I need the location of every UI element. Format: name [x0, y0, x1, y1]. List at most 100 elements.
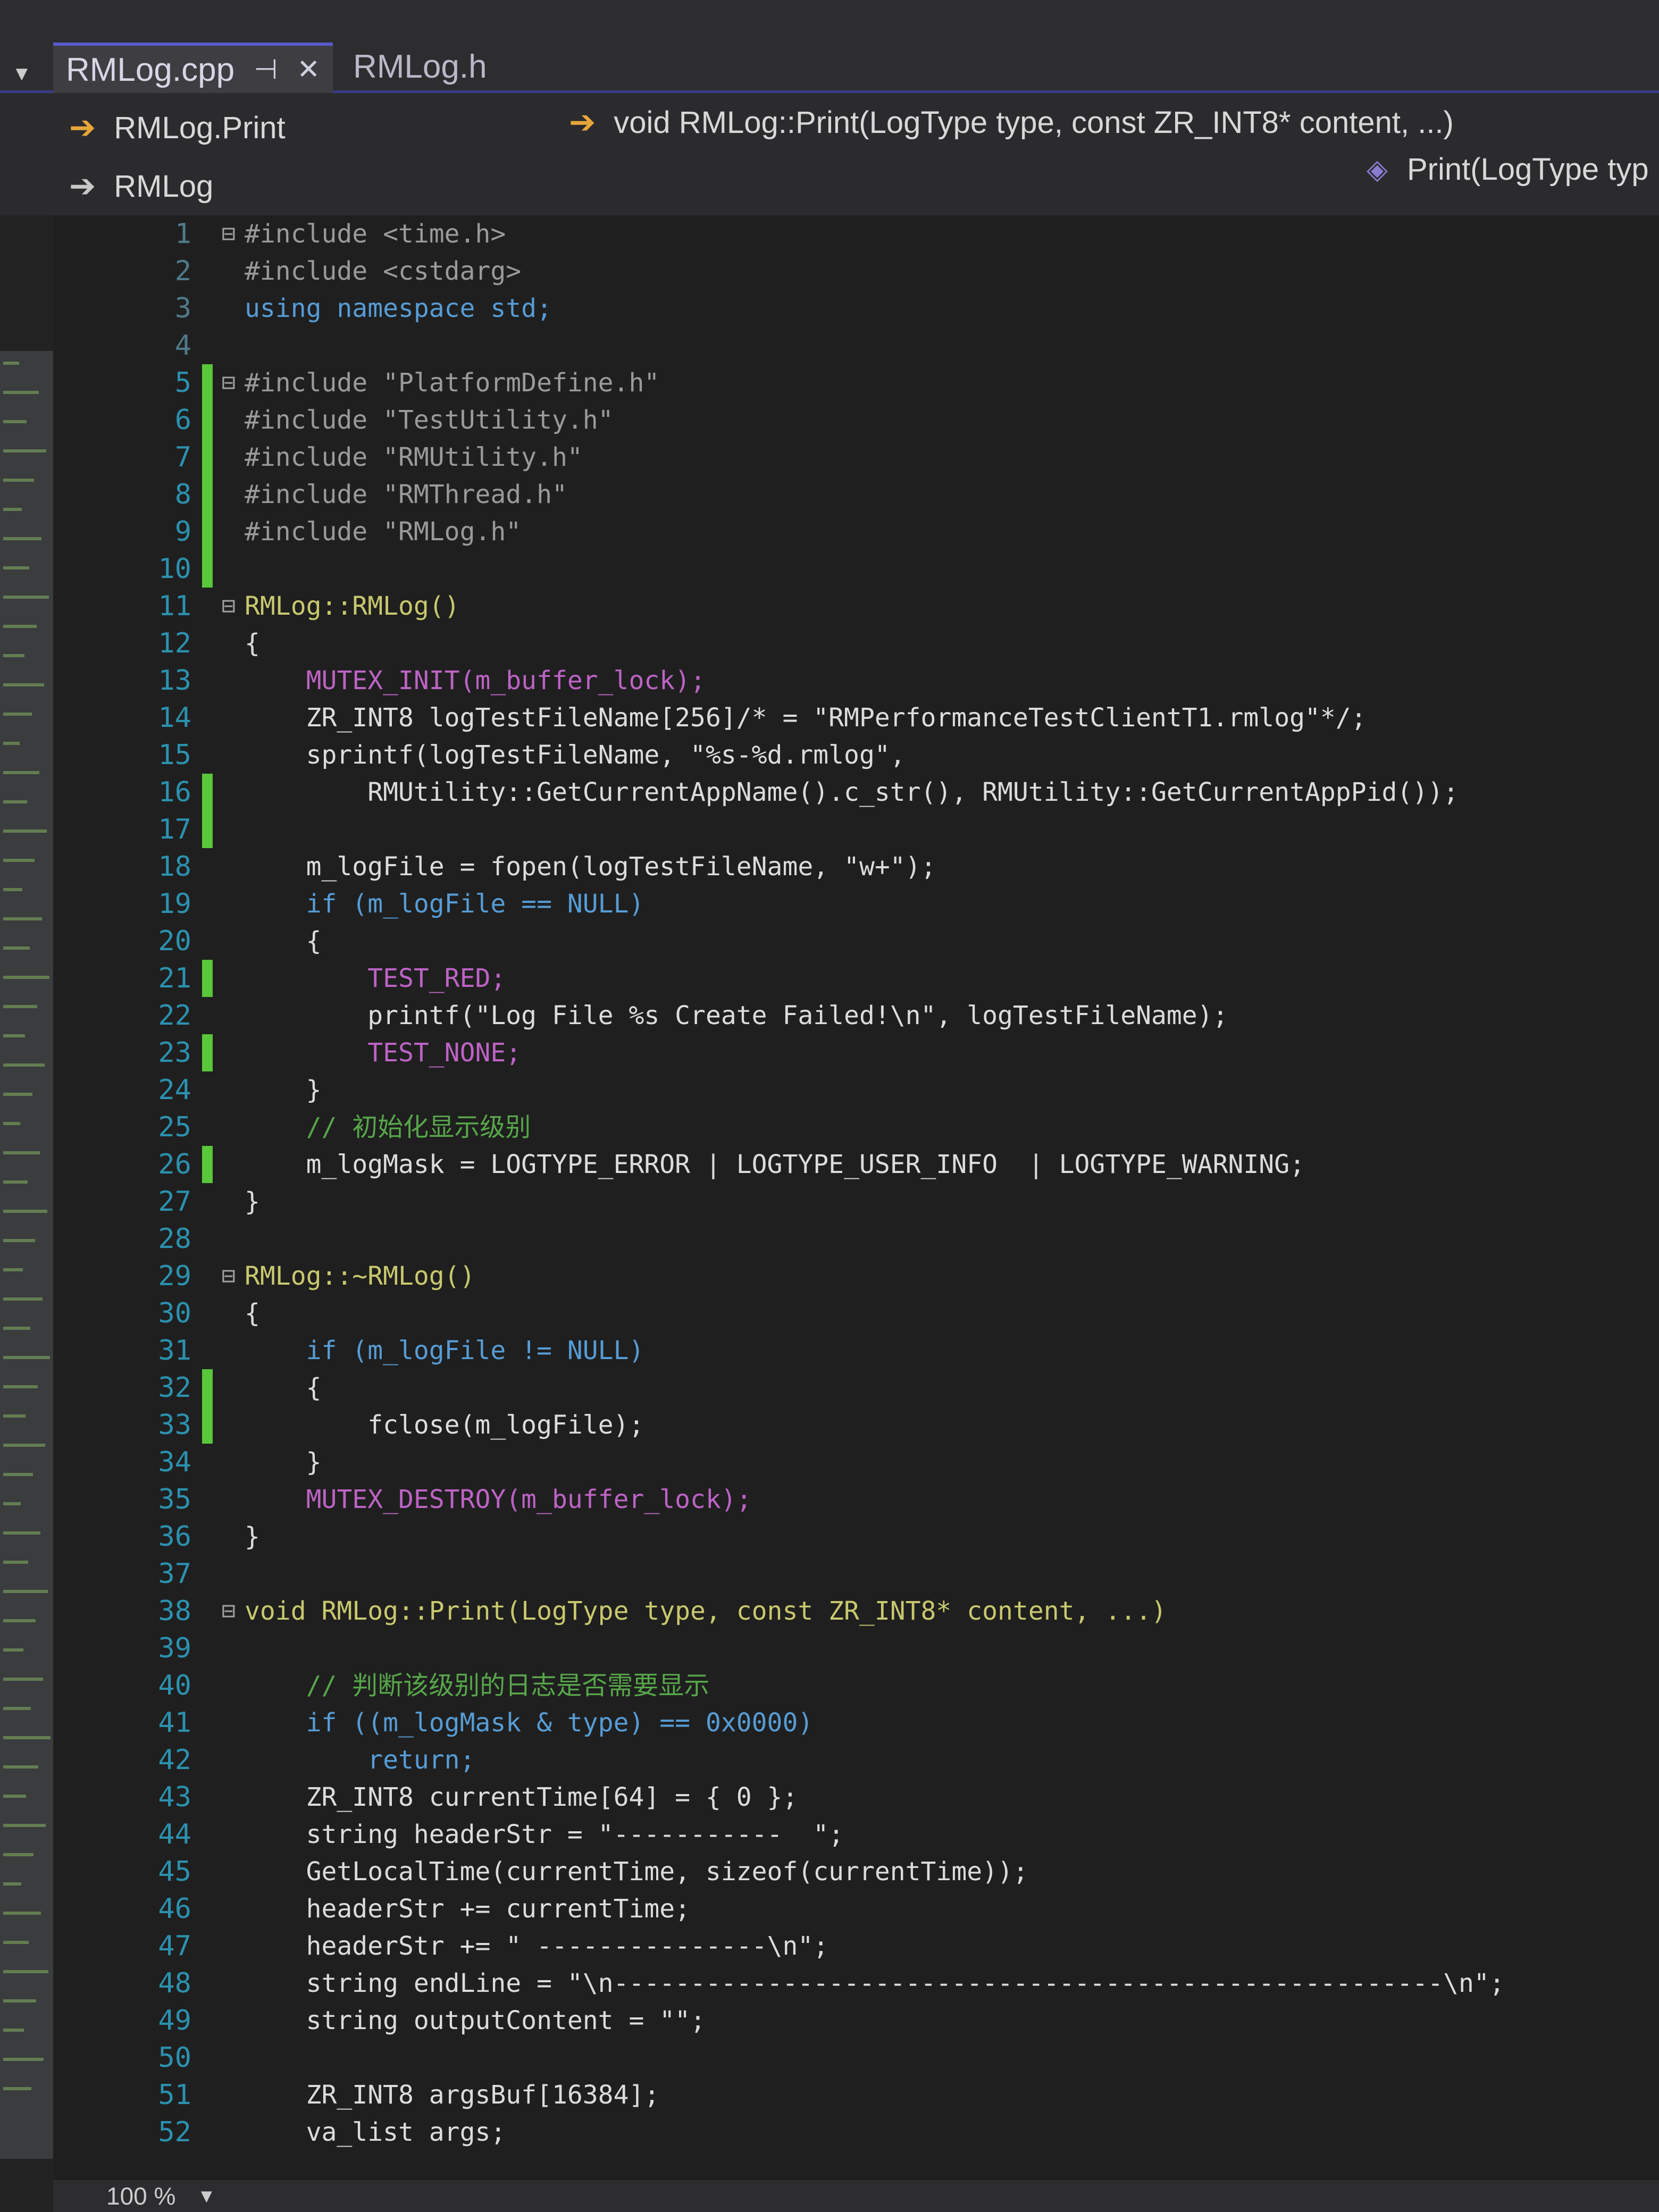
change-indicator	[202, 1332, 213, 1369]
member-dropdown[interactable]: ➔ void RMLog::Print(LogType type, const …	[569, 104, 1454, 141]
minimap-line	[3, 1941, 29, 1944]
minimap-line	[3, 1180, 28, 1184]
code-line[interactable]: 33 fclose(m_logFile);	[53, 1406, 1659, 1444]
code-line[interactable]: 42 return;	[53, 1741, 1659, 1779]
pin-icon[interactable]: ⊣	[254, 54, 278, 86]
minimap-line	[3, 1707, 31, 1710]
code-line[interactable]: 37	[53, 1555, 1659, 1593]
code-line[interactable]: 13 MUTEX_INIT(m_buffer_lock);	[53, 662, 1659, 699]
code-line[interactable]: 7 #include "RMUtility.h"	[53, 439, 1659, 476]
code-line[interactable]: 51 ZR_INT8 argsBuf[16384];	[53, 2076, 1659, 2114]
code-line[interactable]: 50	[53, 2039, 1659, 2076]
code-line[interactable]: 32 {	[53, 1369, 1659, 1406]
line-number: 35	[158, 1484, 191, 1515]
tab-rmlog-h[interactable]: RMLog.h	[340, 43, 500, 90]
minimap-line	[3, 1005, 37, 1008]
fold-toggle-icon[interactable]: ⊟	[218, 588, 239, 625]
code-line[interactable]: 20 {	[53, 923, 1659, 960]
fold-toggle-icon[interactable]: ⊟	[218, 215, 239, 253]
code-line[interactable]: 8 #include "RMThread.h"	[53, 476, 1659, 513]
code-line[interactable]: 25 // 初始化显示级别	[53, 1109, 1659, 1146]
code-line[interactable]: 27}	[53, 1183, 1659, 1220]
code-line[interactable]: 38 ⊟ void RMLog::Print(LogType type, const…	[53, 1593, 1659, 1630]
line-number: 29	[158, 1260, 191, 1292]
scope-dropdown[interactable]: ➔ RMLog.Print	[69, 109, 286, 146]
change-indicator	[202, 662, 213, 699]
code-line[interactable]: 31 if (m_logFile != NULL)	[53, 1332, 1659, 1369]
change-indicator	[202, 1965, 213, 2002]
minimap-line	[3, 917, 42, 920]
code-line[interactable]: 1 ⊟ #include <time.h>	[53, 215, 1659, 253]
code-line[interactable]: 11 ⊟ RMLog::RMLog()	[53, 588, 1659, 625]
code-line[interactable]: 41 if ((m_logMask & type) == 0x0000)	[53, 1704, 1659, 1741]
code-line[interactable]: 35 MUTEX_DESTROY(m_buffer_lock);	[53, 1481, 1659, 1518]
fold-toggle-icon[interactable]: ⊟	[218, 1593, 239, 1630]
code-line[interactable]: 40 // 判断该级别的日志是否需要显示	[53, 1667, 1659, 1704]
minimap-line	[3, 391, 39, 394]
code-line[interactable]: 48 string endLine = "\n-----------------…	[53, 1965, 1659, 2002]
line-number: 50	[158, 2042, 191, 2074]
code-line[interactable]: 26 m_logMask = LOGTYPE_ERROR | LOGTYPE_U…	[53, 1146, 1659, 1183]
code-editor[interactable]: 1 ⊟ #include <time.h> 2 #include <cstdarg> 3 u…	[53, 215, 1659, 2196]
code-line[interactable]: 47 headerStr += " ---------------\n";	[53, 1928, 1659, 1965]
overload-dropdown[interactable]: ◈ Print(LogType typ	[1367, 152, 1649, 187]
overload-label: Print(LogType typ	[1407, 152, 1649, 187]
code-line[interactable]: 4	[53, 327, 1659, 364]
code-line[interactable]: 45 GetLocalTime(currentTime, sizeof(curr…	[53, 1853, 1659, 1890]
change-indicator	[202, 1816, 213, 1853]
change-indicator	[202, 1853, 213, 1890]
tab-rmlog-cpp[interactable]: RMLog.cpp ⊣ ✕	[53, 43, 333, 94]
code-line[interactable]: 12 {	[53, 625, 1659, 662]
line-number: 5	[174, 367, 191, 399]
code-line[interactable]: 44 string headerStr = "----------- ";	[53, 1816, 1659, 1853]
code-text: }	[245, 1522, 260, 1552]
code-line[interactable]: 14 ZR_INT8 logTestFileName[256]/* = "RMP…	[53, 699, 1659, 736]
line-number: 45	[158, 1856, 191, 1888]
line-number: 28	[158, 1223, 191, 1255]
code-line[interactable]: 16 RMUtility::GetCurrentAppName().c_str(…	[53, 774, 1659, 811]
code-line[interactable]: 19 if (m_logFile == NULL)	[53, 885, 1659, 923]
code-text: #include "RMLog.h"	[245, 517, 522, 547]
minimap-line	[3, 683, 44, 686]
code-line[interactable]: 39	[53, 1630, 1659, 1667]
code-line[interactable]: 10	[53, 550, 1659, 588]
code-line[interactable]: 24 }	[53, 1071, 1659, 1109]
minimap-line	[3, 1824, 46, 1827]
code-line[interactable]: 49 string outputContent = "";	[53, 2002, 1659, 2039]
chevron-down-icon[interactable]: ▼	[197, 2185, 216, 2207]
code-text: if (m_logFile != NULL)	[245, 1336, 644, 1365]
minimap-line	[3, 742, 20, 745]
code-line[interactable]: 46 headerStr += currentTime;	[53, 1890, 1659, 1928]
code-line[interactable]: 30 {	[53, 1295, 1659, 1332]
minimap-line	[3, 654, 24, 657]
code-line[interactable]: 3 using namespace std;	[53, 290, 1659, 327]
code-line[interactable]: 2 #include <cstdarg>	[53, 253, 1659, 290]
code-line[interactable]: 6 #include "TestUtility.h"	[53, 401, 1659, 439]
minimap-line	[3, 1473, 33, 1476]
code-line[interactable]: 23 TEST_NONE;	[53, 1034, 1659, 1071]
code-line[interactable]: 5 ⊟ #include "PlatformDefine.h"	[53, 364, 1659, 401]
zoom-level[interactable]: 100 %	[106, 2182, 175, 2210]
code-line[interactable]: 22 printf("Log File %s Create Failed!\n"…	[53, 997, 1659, 1034]
minimap-line	[3, 449, 46, 453]
code-line[interactable]: 9 #include "RMLog.h"	[53, 513, 1659, 550]
tab-dropdown-icon[interactable]: ▼	[12, 63, 32, 86]
code-line[interactable]: 18 m_logFile = fopen(logTestFileName, "w…	[53, 848, 1659, 885]
code-line[interactable]: 17	[53, 811, 1659, 848]
code-line[interactable]: 21 TEST_RED;	[53, 960, 1659, 997]
code-line[interactable]: 28	[53, 1220, 1659, 1258]
minimap-line	[3, 420, 27, 423]
code-line[interactable]: 52 va_list args;	[53, 2114, 1659, 2151]
fold-toggle-icon[interactable]: ⊟	[218, 1258, 239, 1295]
line-number: 34	[158, 1446, 191, 1478]
code-text: {	[245, 629, 260, 658]
close-icon[interactable]: ✕	[297, 54, 320, 86]
code-text: {	[245, 926, 322, 956]
code-line[interactable]: 29 ⊟ RMLog::~RMLog()	[53, 1258, 1659, 1295]
code-line[interactable]: 36}	[53, 1518, 1659, 1555]
code-line[interactable]: 34 }	[53, 1444, 1659, 1481]
code-line[interactable]: 15 sprintf(logTestFileName, "%s-%d.rmlog…	[53, 736, 1659, 774]
fold-toggle-icon[interactable]: ⊟	[218, 364, 239, 401]
class-dropdown[interactable]: ➔ RMLog	[69, 167, 213, 205]
code-line[interactable]: 43 ZR_INT8 currentTime[64] = { 0 };	[53, 1779, 1659, 1816]
